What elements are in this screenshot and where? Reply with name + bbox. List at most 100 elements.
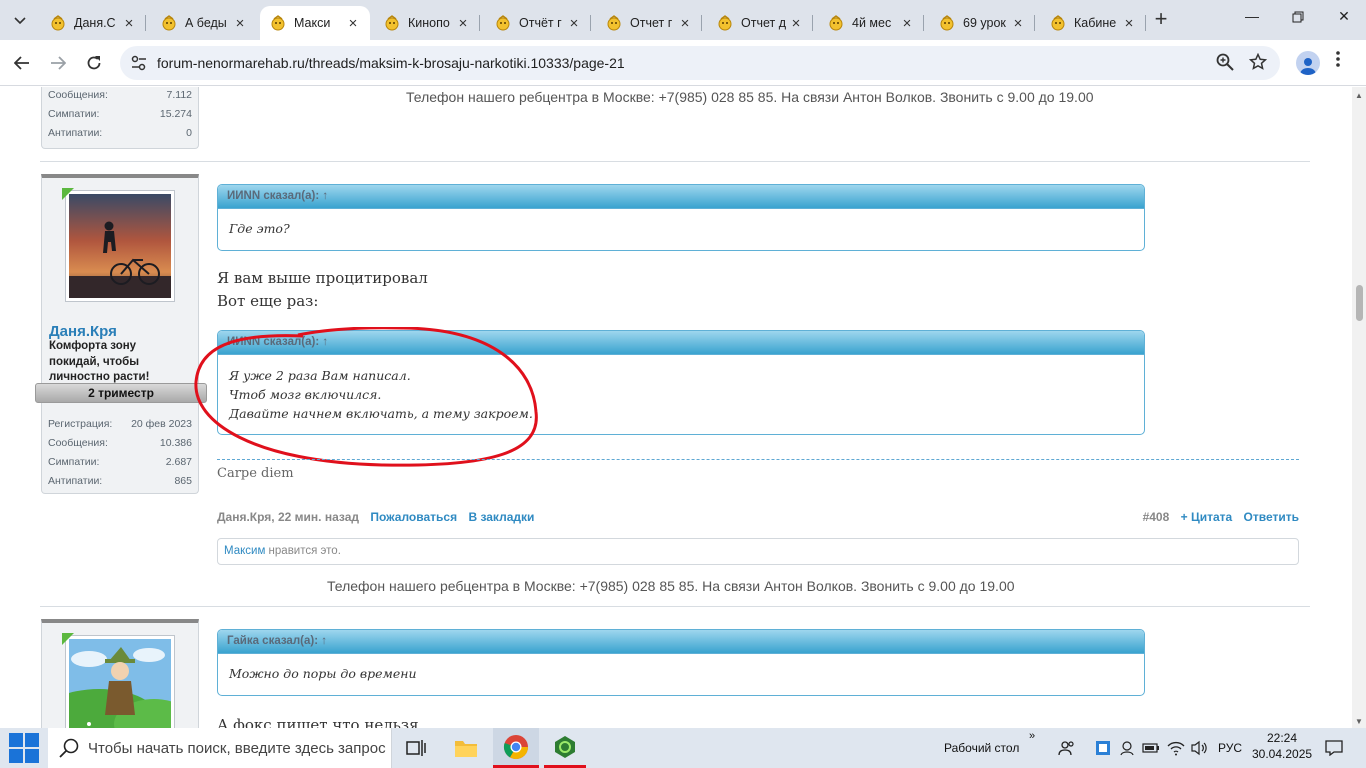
next-author-sidebar [41, 619, 199, 728]
volume-icon[interactable] [1188, 728, 1210, 768]
minimize-button[interactable]: — [1232, 8, 1272, 24]
scrollbar-thumb[interactable] [1356, 285, 1363, 321]
page-scrollbar[interactable]: ▲ ▼ [1352, 87, 1366, 728]
author-username[interactable]: Даня.Кря [49, 323, 117, 340]
post-author-time[interactable]: Даня.Кря, 22 мин. назад Пожаловаться В з… [217, 510, 534, 524]
close-window-button[interactable]: ✕ [1324, 8, 1364, 25]
browser-tab[interactable]: Кабине × [1040, 6, 1146, 40]
tab-separator [479, 15, 480, 31]
quote-attribution[interactable]: Гайка сказал(а): ↑ [218, 630, 1144, 654]
task-view-icon [406, 740, 426, 756]
stat-label: Антипатии: [48, 474, 103, 487]
bookmark-star-button[interactable] [1248, 52, 1268, 73]
scroll-down-arrow-icon[interactable]: ▼ [1355, 717, 1363, 726]
browser-menu-button[interactable] [1336, 51, 1340, 72]
rehab-phone-text: Телефон нашего ребцентра в Москве: +7(98… [327, 578, 1015, 594]
network-icon[interactable] [1165, 728, 1187, 768]
close-tab-icon[interactable]: × [344, 15, 362, 32]
arrow-left-icon [14, 56, 29, 70]
tab-title: А беды [185, 16, 227, 30]
toolbar-expand-chevron-icon[interactable]: » [1029, 730, 1035, 742]
people-icon[interactable] [1056, 728, 1078, 768]
desktop-toolbar-label[interactable]: Рабочий стол [944, 741, 1019, 755]
new-tab-button[interactable]: + [1150, 8, 1172, 32]
reply-action-link[interactable]: Ответить [1244, 510, 1299, 524]
tab-separator [923, 15, 924, 31]
user-rank-ribbon: 2 триместр [35, 383, 207, 403]
browser-tab[interactable]: 4й мес × [818, 6, 924, 40]
clock-time: 22:24 [1266, 731, 1298, 745]
message-line: Я вам выше процитировал [217, 269, 428, 287]
signature-divider [217, 459, 1299, 460]
scroll-up-arrow-icon[interactable]: ▲ [1355, 91, 1363, 100]
close-tab-icon[interactable]: × [120, 15, 138, 32]
clock[interactable]: 22:24 30.04.2025 [1252, 731, 1312, 761]
close-tab-icon[interactable]: × [898, 15, 916, 32]
browser-tab[interactable]: Отчет д × [707, 6, 813, 40]
tray-app-icon[interactable] [1092, 728, 1114, 768]
profile-button[interactable] [1296, 51, 1320, 75]
address-bar[interactable]: forum-nenormarehab.ru/threads/maksim-k-b… [120, 46, 1280, 80]
close-tab-icon[interactable]: × [1009, 15, 1027, 32]
battery-icon[interactable] [1140, 728, 1162, 768]
tab-separator [145, 15, 146, 31]
post-divider [40, 606, 1310, 607]
close-tab-icon[interactable]: × [565, 15, 583, 32]
browser-tab[interactable]: 69 урок × [929, 6, 1035, 40]
quote-line: Давайте начнем включать, а тему закроем. [229, 406, 533, 421]
close-tab-icon[interactable]: × [454, 15, 472, 32]
quote-attribution[interactable]: ИИNN сказал(а): ↑ [218, 331, 1144, 355]
post-number-link[interactable]: #408 [1143, 510, 1170, 524]
avatar[interactable] [65, 635, 175, 728]
stat-row: Антипатии: 865 [48, 471, 192, 490]
action-center-button[interactable] [1320, 728, 1348, 768]
quote-attribution[interactable]: ИИNN сказал(а): ↑ [218, 185, 1144, 209]
liked-by-user-link[interactable]: Максим [224, 545, 265, 557]
avatar[interactable] [65, 190, 175, 302]
chrome-taskbar-button[interactable] [493, 728, 539, 768]
close-tab-icon[interactable]: × [676, 15, 694, 32]
start-button[interactable] [0, 728, 48, 768]
browser-tab[interactable]: Макси × [260, 6, 370, 40]
forum-favicon-icon [271, 15, 285, 31]
input-language[interactable]: РУС [1218, 741, 1242, 755]
stat-row: Сообщения: 10.386 [48, 433, 192, 452]
tab-separator [1034, 15, 1035, 31]
app-taskbar-button[interactable] [544, 728, 586, 768]
forward-button[interactable] [45, 50, 71, 76]
browser-tab[interactable]: Кинопо × [374, 6, 480, 40]
tray-user-icon[interactable] [1116, 728, 1138, 768]
tab-search-button[interactable] [6, 7, 34, 35]
quote-action-link[interactable]: + Цитата [1181, 510, 1233, 524]
report-link[interactable]: Пожаловаться [370, 510, 457, 524]
post-meta-bar: Даня.Кря, 22 мин. назад Пожаловаться В з… [217, 510, 1299, 528]
author-title: Комфорта зону покидай, чтобы личностно р… [49, 340, 150, 383]
browser-tab[interactable]: Даня.С × [40, 6, 146, 40]
search-placeholder[interactable]: Чтобы начать поиск, введите здесь запрос [88, 740, 386, 757]
site-info-icon[interactable] [130, 54, 148, 72]
bookmark-link[interactable]: В закладки [468, 510, 534, 524]
author-time-text[interactable]: Даня.Кря, 22 мин. назад [217, 510, 359, 524]
close-tab-icon[interactable]: × [1120, 15, 1138, 32]
reload-button[interactable] [81, 50, 107, 76]
restore-button[interactable] [1278, 10, 1318, 26]
browser-tab[interactable]: Отчет г × [596, 6, 702, 40]
stat-row: Регистрация: 20 фев 2023 [48, 414, 192, 433]
back-button[interactable] [9, 50, 35, 76]
taskbar-search[interactable]: Чтобы начать поиск, введите здесь запрос [48, 728, 392, 768]
file-explorer-button[interactable] [444, 728, 488, 768]
likes-text: нравится это. [265, 545, 341, 557]
zoom-button[interactable] [1215, 53, 1235, 73]
reload-icon [87, 56, 101, 70]
stat-label: Антипатии: [48, 126, 103, 139]
browser-tab[interactable]: А беды × [151, 6, 257, 40]
avatar-bicycle-image [69, 194, 171, 298]
close-tab-icon[interactable]: × [787, 15, 805, 32]
browser-tab[interactable]: Отчёт г × [485, 6, 591, 40]
search-icon [59, 738, 79, 758]
url-text[interactable]: forum-nenormarehab.ru/threads/maksim-k-b… [157, 55, 625, 71]
task-view-button[interactable] [396, 728, 436, 768]
close-tab-icon[interactable]: × [231, 15, 249, 32]
stat-value: 15.274 [159, 107, 192, 120]
speaker-icon [1191, 740, 1207, 756]
